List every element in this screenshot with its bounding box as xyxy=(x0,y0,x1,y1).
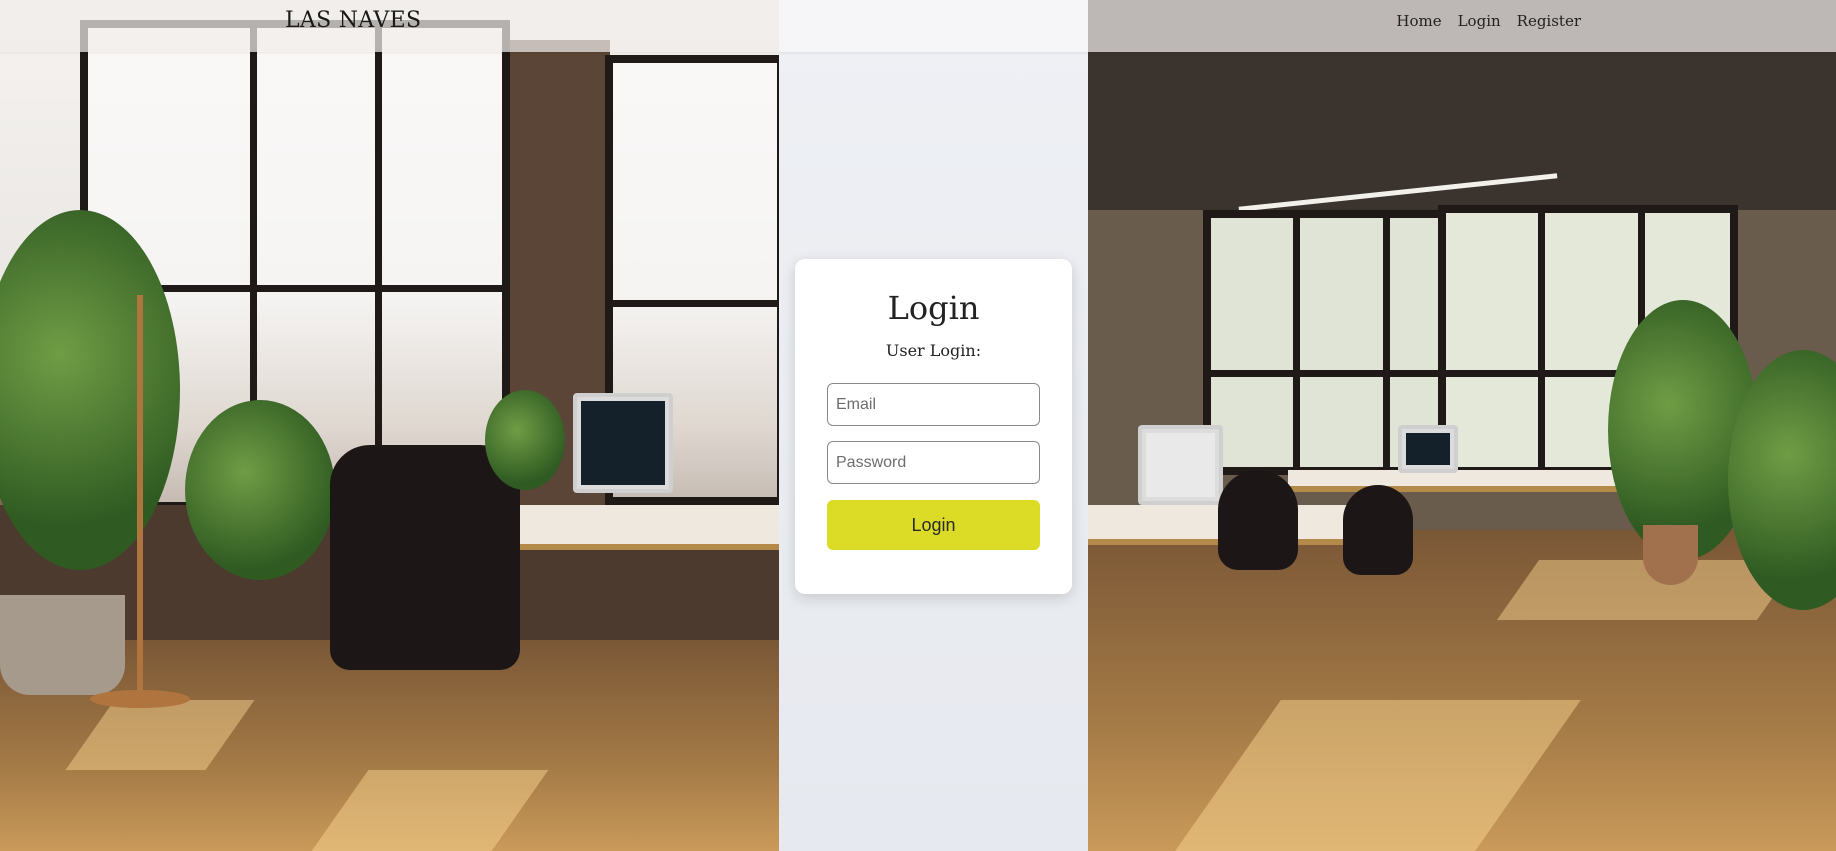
window-mullion xyxy=(1203,370,1473,377)
window-mullion xyxy=(1383,210,1390,475)
monitor xyxy=(573,393,673,493)
login-card: Login User Login: Login xyxy=(795,259,1072,594)
monitor xyxy=(1398,425,1458,473)
desk xyxy=(1288,470,1648,492)
nav-register[interactable]: Register xyxy=(1517,12,1581,30)
window-mullion xyxy=(1293,210,1300,475)
office-photo-right xyxy=(1088,0,1836,851)
password-field[interactable] xyxy=(827,441,1040,484)
top-navbar: LAS NAVES Home Login Register xyxy=(0,0,1836,52)
office-photo-left xyxy=(0,0,779,851)
window-mullion xyxy=(1538,205,1545,475)
window-mullion xyxy=(375,20,382,510)
office-chair xyxy=(1218,470,1298,570)
office-chair xyxy=(1343,485,1413,575)
email-field[interactable] xyxy=(827,383,1040,426)
office-chair xyxy=(330,445,520,670)
floor-lamp xyxy=(137,295,143,695)
plant xyxy=(185,400,335,580)
login-subtitle: User Login: xyxy=(885,341,982,360)
plant-pot xyxy=(0,595,125,695)
brand-logo[interactable]: LAS NAVES xyxy=(285,8,421,33)
login-submit-button[interactable]: Login xyxy=(827,500,1040,550)
nav-home[interactable]: Home xyxy=(1396,12,1441,30)
nav-links: Home Login Register xyxy=(1396,12,1581,30)
monitor xyxy=(1138,425,1223,505)
lamp-base xyxy=(90,690,190,708)
login-title: Login xyxy=(887,289,980,327)
plant xyxy=(485,390,565,490)
window-mullion xyxy=(605,300,779,307)
nav-login[interactable]: Login xyxy=(1458,12,1501,30)
plant-pot xyxy=(1643,525,1698,585)
